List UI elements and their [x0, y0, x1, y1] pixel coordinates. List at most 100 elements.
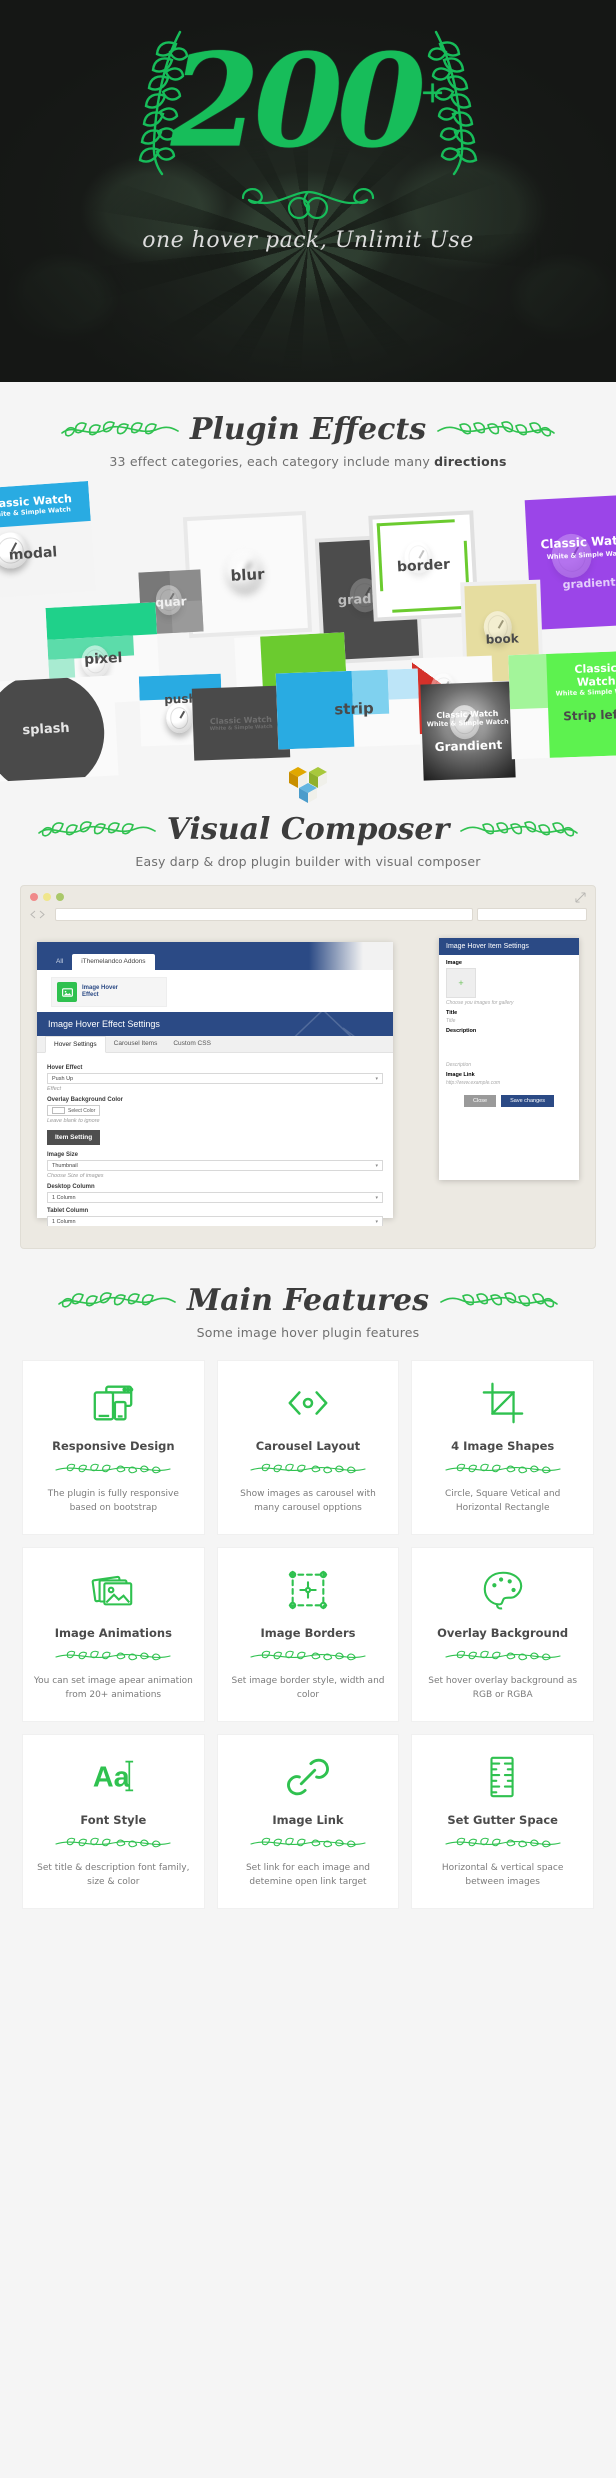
- feature-card-image-shapes[interactable]: 4 Image Shapes Circle, Square Vetical an…: [411, 1360, 594, 1535]
- vc-addon-label-line1: Image Hover: [82, 984, 119, 991]
- field-hint-description: Description: [446, 1062, 472, 1068]
- feature-card-image-borders[interactable]: Image Borders Set image border style, wi…: [216, 1546, 400, 1722]
- effect-tile-strip[interactable]: strip: [275, 668, 421, 750]
- effect-label: strip: [334, 699, 374, 719]
- vc-tab-hover-settings[interactable]: Hover Settings: [45, 1036, 106, 1053]
- field-hint-image-link: http://www.example.com: [446, 1080, 501, 1086]
- vc-tab-ithemelandco-addons[interactable]: iThemelandco Addons: [72, 954, 155, 970]
- item-setting-button[interactable]: Item Setting: [47, 1130, 101, 1145]
- feature-description: You can set image apear animation from 2…: [33, 1675, 193, 1700]
- vc-tab-all[interactable]: All: [47, 954, 72, 970]
- vc-settings-form: Hover Effect Push Up ▾ Effect Overlay Ba…: [37, 1053, 393, 1226]
- section-subtitle: Easy darp & drop plugin builder with vis…: [135, 854, 481, 869]
- visual-composer-section: Visual Composer Easy darp & drop plugin …: [0, 758, 616, 1249]
- field-label-image: Image: [446, 960, 462, 966]
- effect-tile-splash[interactable]: splash: [0, 675, 119, 783]
- field-select-desktop-column[interactable]: 1 Column ▾: [47, 1192, 383, 1203]
- feature-description: Set image border style, width and color: [231, 1675, 385, 1700]
- effect-tile-grandient[interactable]: Classic Watch White & Simple Watch Grand…: [420, 681, 516, 781]
- field-select-hover-effect[interactable]: Push Up ▾: [47, 1073, 383, 1084]
- palette-icon: [422, 1564, 583, 1616]
- feature-divider-vine: [55, 1837, 171, 1848]
- effect-tile-modal[interactable]: Classic Watch White & Simple Watch modal: [0, 480, 96, 600]
- browser-search-bar[interactable]: [477, 908, 587, 921]
- browser-url-bar[interactable]: [55, 908, 473, 921]
- plugin-effects-section: Plugin Effects 33 effect categories, eac…: [0, 382, 616, 783]
- effect-tile-strip-left[interactable]: Classic Watch White & Simple Watch Strip…: [508, 650, 616, 760]
- vc-watermark-icon: [294, 1012, 355, 1036]
- field-textarea-description[interactable]: [446, 1036, 572, 1060]
- field-select-tablet-column[interactable]: 1 Column ▾: [47, 1216, 383, 1226]
- effect-watch-subtitle: White & Simple Watch: [426, 717, 509, 728]
- feature-card-font-style[interactable]: Aa Font Style Set title & description fo…: [22, 1733, 205, 1909]
- effect-label: splash: [21, 720, 70, 738]
- feature-card-image-animations[interactable]: Image Animations You can set image apear…: [22, 1546, 205, 1722]
- feature-title: Image Link: [272, 1812, 344, 1827]
- vc-settings-title: Image Hover Effect Settings: [48, 1019, 160, 1029]
- carousel-chevrons-icon: [228, 1377, 389, 1429]
- vine-left-ornament: [58, 1291, 176, 1308]
- feature-card-carousel-layout[interactable]: Carousel Layout Show images as carousel …: [216, 1360, 400, 1535]
- field-hint-title: Title: [446, 1018, 456, 1024]
- save-changes-button[interactable]: Save changes: [501, 1095, 554, 1107]
- effect-tile-border[interactable]: border: [372, 514, 475, 618]
- field-label-tablet-column: Tablet Column: [47, 1208, 89, 1214]
- font-style-icon: Aa: [33, 1751, 194, 1803]
- expand-icon[interactable]: [575, 891, 586, 903]
- feature-card-responsive-design[interactable]: Responsive Design The plugin is fully re…: [22, 1360, 205, 1535]
- window-minimize-dot[interactable]: [43, 893, 51, 901]
- field-select-image-size[interactable]: Thumbnail ▾: [47, 1160, 383, 1171]
- section-subtitle: Some image hover plugin features: [196, 1325, 420, 1340]
- effect-tile-classic-watch-purple[interactable]: Classic Watch White & Simple Watch gradi…: [524, 493, 616, 631]
- feature-divider-vine: [55, 1650, 171, 1661]
- vc-item-modal-footer: Close Save changes: [446, 1090, 572, 1107]
- feature-card-image-link[interactable]: Image Link Set link for each image and d…: [216, 1733, 400, 1909]
- visual-composer-logo-icon: [289, 767, 327, 803]
- back-arrow-icon[interactable]: [29, 910, 36, 919]
- effect-label: modal: [8, 544, 58, 564]
- section-title: Plugin Effects: [189, 412, 427, 447]
- feature-card-gutter-space[interactable]: Set Gutter Space Horizontal & vertical s…: [411, 1733, 594, 1909]
- effect-label: Strip left: [562, 707, 616, 724]
- close-button[interactable]: Close: [464, 1095, 497, 1107]
- field-value-hover-effect: Push Up: [52, 1075, 74, 1082]
- feature-divider-vine: [250, 1650, 366, 1661]
- browser-mockup: All iThemelandco Addons Image Hover Effe…: [20, 885, 596, 1249]
- crop-shapes-icon: [422, 1377, 583, 1429]
- vc-addon-image-hover-effect[interactable]: Image Hover Effect: [51, 977, 167, 1007]
- vc-tab-carousel-items[interactable]: Carousel Items: [106, 1036, 166, 1052]
- select-color-button[interactable]: Select Color: [47, 1105, 101, 1116]
- forward-arrow-icon[interactable]: [39, 910, 46, 919]
- chevron-down-icon: ▾: [375, 1194, 378, 1201]
- feature-title: Image Animations: [54, 1625, 172, 1640]
- vc-settings-tabs: Hover Settings Carousel Items Custom CSS: [37, 1036, 393, 1053]
- effect-label: quar: [155, 594, 187, 610]
- effect-watch-title: Classic Watch: [574, 661, 616, 689]
- browser-nav-arrows[interactable]: [29, 908, 51, 921]
- field-hint-overlay-bg-color: Leave blank to ignore: [47, 1118, 100, 1124]
- image-upload-dropzone[interactable]: +: [446, 968, 476, 998]
- effect-label: gradient: [562, 575, 616, 591]
- effect-label: border: [396, 556, 451, 576]
- feature-divider-vine: [55, 1463, 171, 1474]
- feature-title: Carousel Layout: [255, 1439, 361, 1453]
- effect-label: blur: [230, 564, 265, 585]
- window-close-dot[interactable]: [30, 893, 38, 901]
- feature-title: Set Gutter Space: [447, 1812, 558, 1827]
- feature-divider-vine: [250, 1463, 366, 1474]
- feature-description: The plugin is fully responsive based on …: [47, 1489, 179, 1513]
- field-value-tablet-column: 1 Column: [52, 1218, 76, 1225]
- feature-card-overlay-background[interactable]: Overlay Background Set hover overlay bac…: [411, 1546, 594, 1722]
- feature-description: Show images as carousel with many carous…: [240, 1489, 376, 1513]
- effect-tile-blur[interactable]: blur: [187, 515, 308, 634]
- field-hint-hover-effect: Effect: [47, 1086, 62, 1092]
- section-title: Visual Composer: [166, 812, 450, 847]
- vc-tab-custom-css[interactable]: Custom CSS: [165, 1036, 219, 1052]
- effect-label: Grandient: [434, 737, 503, 754]
- feature-divider-vine: [250, 1837, 366, 1848]
- vc-item-settings-modal: Image Hover Item Settings Image + Choose…: [439, 938, 579, 1180]
- link-chain-icon: [228, 1751, 389, 1803]
- effect-tile-classic-grey[interactable]: Classic Watch White & Simple Watch: [191, 685, 291, 761]
- window-maximize-dot[interactable]: [56, 893, 64, 901]
- hero-section: 200+ one hover pack, Unlimit Use: [0, 0, 616, 382]
